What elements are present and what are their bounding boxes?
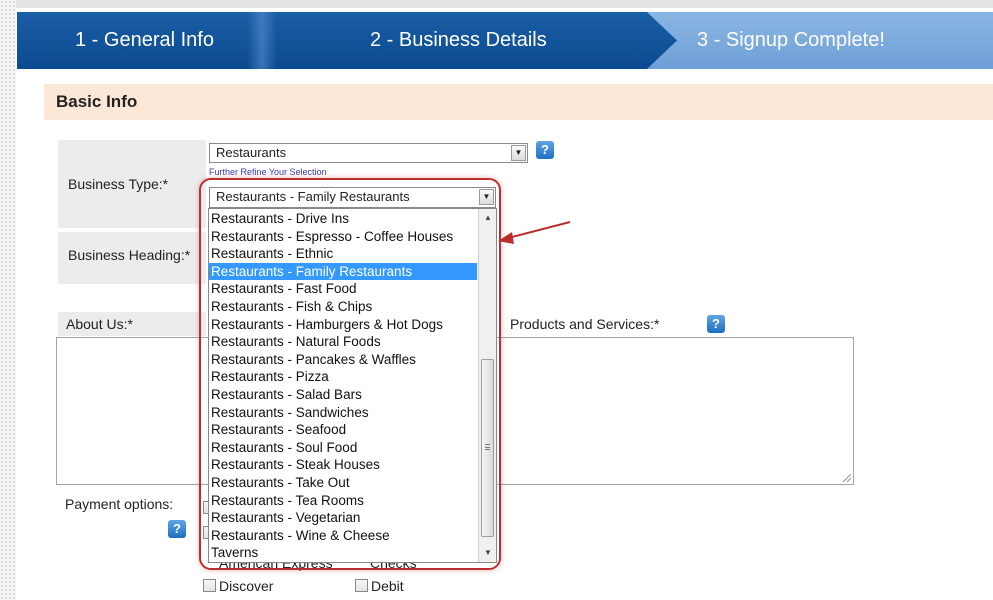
annotation-highlight [199, 178, 501, 570]
products-services-label: Products and Services:* [510, 316, 660, 332]
payment-discover-checkbox[interactable] [203, 579, 216, 592]
resize-grip-icon[interactable] [843, 474, 851, 482]
wizard-step-3-label: 3 - Signup Complete! [697, 29, 885, 51]
business-type-select[interactable]: Restaurants ▼ [209, 143, 528, 163]
help-icon[interactable]: ? [168, 520, 186, 538]
payment-option-label: Debit [371, 578, 404, 594]
chevron-down-icon: ▼ [511, 145, 526, 161]
signup-wizard: 1 - General Info 2 - Business Details 3 … [17, 12, 993, 69]
about-us-label: About Us:* [66, 316, 133, 332]
wizard-step-1-label: 1 - General Info [75, 29, 214, 51]
page-margin-pattern [0, 0, 16, 600]
payment-debit-checkbox[interactable] [355, 579, 368, 592]
business-type-value: Restaurants [216, 145, 287, 160]
wizard-step-separator [247, 12, 277, 69]
payment-options-label: Payment options: [65, 496, 174, 512]
business-heading-label: Business Heading:* [68, 247, 191, 263]
refine-hint: Further Refine Your Selection [209, 167, 327, 177]
business-type-label: Business Type:* [68, 176, 169, 192]
page-top-strip [16, 0, 993, 8]
help-icon[interactable]: ? [536, 141, 554, 159]
section-title: Basic Info [44, 84, 993, 120]
help-icon[interactable]: ? [707, 315, 725, 333]
wizard-step-2-label: 2 - Business Details [370, 29, 547, 51]
payment-option-label: Discover [219, 578, 274, 594]
